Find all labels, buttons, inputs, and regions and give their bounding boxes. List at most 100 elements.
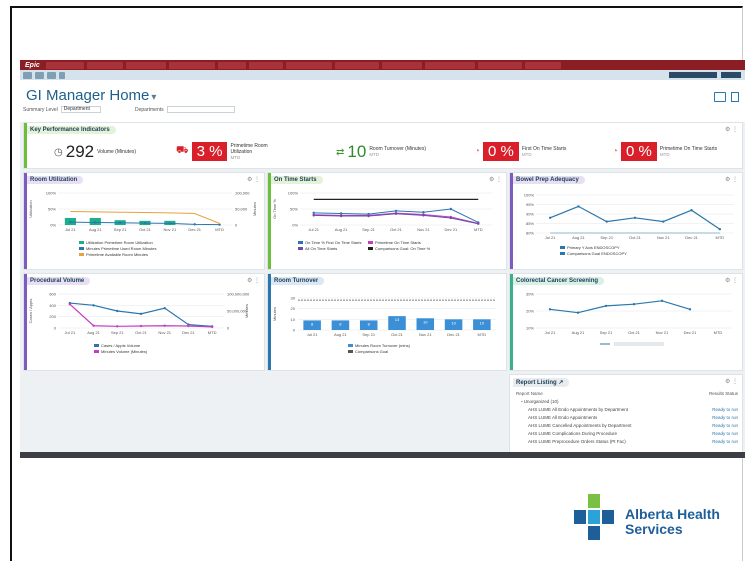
toolbar-tab[interactable] — [168, 61, 215, 69]
data-point — [576, 311, 580, 314]
summary-level-label: Summary Level — [23, 106, 58, 113]
data-point — [367, 214, 370, 218]
kpi-first-on-time[interactable]: ◔ 0 % First On Time Starts MTD — [474, 142, 566, 161]
taskbar — [20, 452, 745, 458]
data-point — [118, 221, 122, 224]
y-axis-label: On Time % — [272, 199, 277, 219]
legend-label: All On Time Starts — [305, 246, 337, 251]
y-tick-label: 0% — [292, 223, 298, 228]
toolbar-tab[interactable] — [424, 61, 475, 69]
x-tick-label: Aug 21 — [335, 227, 348, 232]
kpi-label: Primetime On Time Starts MTD — [659, 145, 718, 157]
x-tick-label: Aug 21 — [334, 332, 347, 337]
chevron-down-icon[interactable]: ▾ — [151, 92, 156, 103]
x-tick-label: Aug 21 — [572, 235, 585, 240]
report-listing-panel: Report Listing ↗ ⚙ ⋮ Report Name Results… — [509, 374, 743, 458]
legend-swatch — [348, 350, 353, 353]
y2-tick-label: 0 — [235, 223, 238, 228]
y2-axis-label: Minutes — [244, 304, 249, 318]
y-tick-label: 50% — [290, 207, 298, 212]
toolbar-tab[interactable] — [217, 61, 246, 69]
y-tick-label: 10% — [526, 326, 534, 331]
y-axis-label: Minutes — [272, 307, 277, 321]
forward-icon[interactable] — [59, 71, 65, 79]
list-item[interactable]: AHS LUME Preprocedure Orders Status (Pt … — [516, 437, 738, 445]
connect-button[interactable] — [721, 72, 741, 78]
data-label: 10 — [451, 320, 456, 325]
summary-level-select[interactable]: Department — [60, 106, 101, 113]
legend-label: Primary Y Axis ENDOSCOPY — [567, 245, 620, 250]
colorectal-panel: Colorectal Cancer Screening ⚙ ⋮ 30% 20% 10… — [509, 273, 743, 371]
toolbar-tab[interactable] — [524, 61, 561, 69]
toolbar-tab[interactable] — [285, 61, 332, 69]
page-header: GI Manager Home ▾ Summary Level Departmen… — [20, 80, 745, 122]
room-utilization-panel: Room Utilization ⚙ ⋮ 100% 50% 0% 100,000 50,… — [23, 172, 265, 270]
y-tick-label: 50% — [48, 207, 56, 212]
list-item[interactable]: AHS LUME Cancelled Appointments by Depar… — [516, 421, 738, 429]
ahs-logo-text: Alberta Health Services — [625, 507, 720, 537]
data-point — [163, 306, 166, 310]
y-axis-label: Utilization — [28, 200, 33, 217]
procedural-volume-panel: Procedural Volume ⚙ ⋮ 600 400 200 0 100,000,… — [23, 273, 265, 371]
kpi-label: Room Turnover (Minutes) MTD — [369, 146, 426, 157]
toolbar-tab[interactable] — [381, 61, 422, 69]
departments-select[interactable] — [166, 106, 235, 113]
toolbar-tab[interactable] — [125, 61, 166, 69]
epic-logo[interactable]: Epic — [22, 62, 43, 69]
data-point — [449, 216, 453, 220]
x-tick-label: Dec 21 — [447, 332, 460, 337]
y-tick-label: 10 — [291, 317, 296, 322]
toolbar-tab[interactable] — [45, 61, 84, 69]
summary-level-filter: Summary Level Department — [23, 106, 101, 113]
legend-label-redacted — [614, 342, 664, 346]
data-point — [604, 304, 608, 308]
menu-icon[interactable] — [23, 71, 32, 79]
y-tick-label: 400 — [49, 303, 56, 308]
x-tick-label: Oct 21 — [139, 227, 152, 232]
page-title[interactable]: GI Manager Home ▾ — [26, 87, 156, 104]
layout-icon[interactable] — [714, 92, 726, 102]
data-point — [477, 222, 480, 225]
panel-menu-icon[interactable]: ⚙ ⋮ — [725, 378, 738, 385]
turnover-icon: ⇄ — [336, 146, 345, 158]
data-point — [632, 303, 636, 306]
legend-label: Comparisons Goal ENDOSCOPY — [567, 251, 627, 256]
application-window: Epic GI Manager Home ▾ Summary Level Depa… — [20, 60, 745, 458]
list-item[interactable]: AHS LUME All Endo Appointments Ready to r… — [516, 413, 738, 421]
y-tick-label: 0 — [54, 326, 57, 331]
kpi-room-turnover[interactable]: ⇄ 10 Room Turnover (Minutes) MTD — [336, 142, 426, 162]
data-point — [116, 325, 119, 328]
data-point — [605, 220, 608, 223]
back-icon[interactable] — [47, 71, 56, 79]
x-tick-label: Jul 21 — [545, 235, 556, 240]
kpi-primetime-on-time[interactable]: ◔ 0 % Primetime On Time Starts MTD — [612, 142, 717, 161]
header-actions — [714, 92, 739, 102]
data-point — [633, 216, 637, 219]
list-item[interactable]: AHS LUME Complications During Procedure R… — [516, 429, 738, 437]
kpi-menu-icon[interactable]: ⚙ ⋮ — [725, 126, 738, 133]
toolbar-tab[interactable] — [477, 61, 522, 69]
support-button[interactable] — [669, 72, 717, 78]
x-tick-label: Nov 21 — [656, 330, 669, 335]
org-name-line1: Alberta Health — [625, 506, 720, 522]
y-tick-label: 0% — [50, 223, 56, 228]
data-point — [660, 299, 664, 302]
legend-swatch — [79, 253, 84, 256]
bowel-prep-panel: Bowel Prep Adequacy ⚙ ⋮ 100% 95% 90% 85% 80%… — [509, 172, 743, 270]
kpi-value: 0 % — [621, 142, 657, 161]
list-item[interactable]: AHS LUME All Endo Appointments by Depart… — [516, 405, 738, 413]
toolbar-tab[interactable] — [248, 61, 283, 69]
clock-icon: ◷ — [54, 146, 63, 158]
x-tick-label: Aug 21 — [87, 330, 100, 335]
x-tick-label: Dec 21 — [188, 227, 201, 232]
toolbar-tab[interactable] — [86, 61, 123, 69]
data-point — [718, 228, 722, 231]
kpi-room-utilization[interactable]: ⛟ 3 % Primetime Room Utilization MTD — [176, 142, 285, 161]
panel-icon[interactable] — [731, 92, 739, 102]
home-icon[interactable] — [35, 71, 44, 79]
toolbar-tab[interactable] — [334, 61, 379, 69]
report-group[interactable]: ⌄ Unorganized (10) — [516, 397, 738, 405]
x-tick-label: Nov 21 — [419, 332, 432, 337]
kpi-volume[interactable]: ◷ 292 Volume (Minutes) — [54, 142, 136, 162]
kpi-title: Key Performance Indicators — [27, 126, 116, 134]
